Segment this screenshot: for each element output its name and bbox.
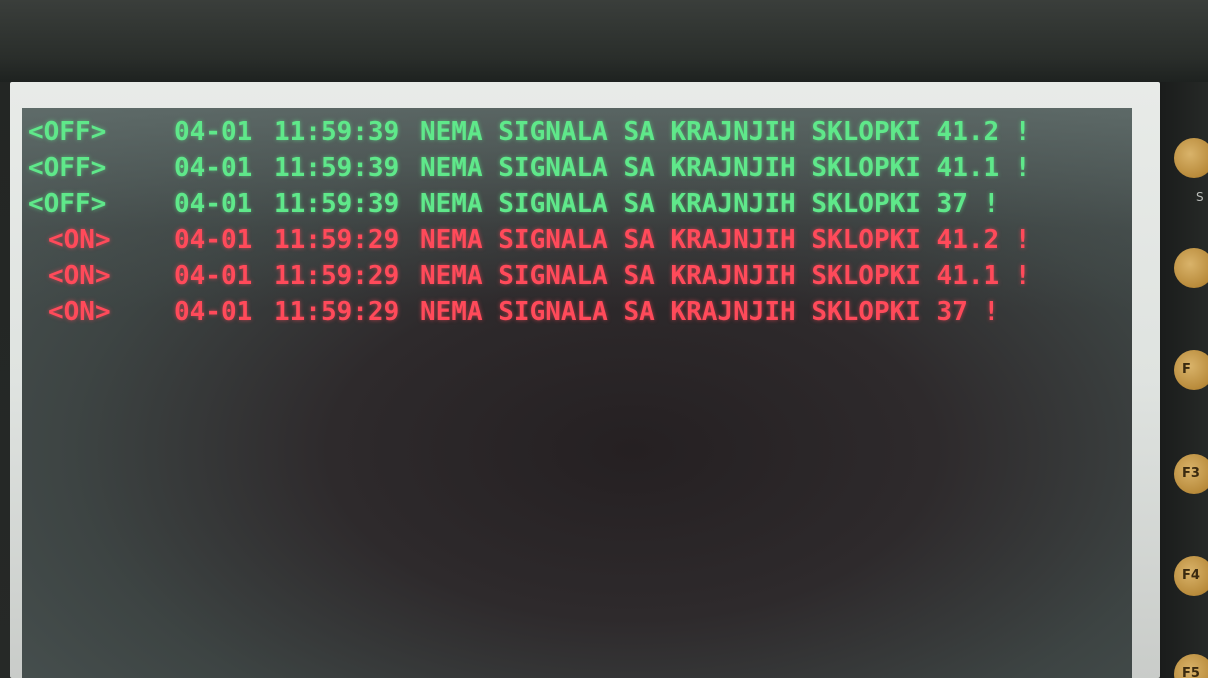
alarm-date: 04-01 <box>174 153 253 183</box>
alarm-message: NEMA SIGNALA SA KRAJNJIH SKLOPKI 37 ! <box>420 297 1000 327</box>
function-key-f3[interactable]: F3 <box>1174 454 1208 494</box>
function-key-f4[interactable]: F4 <box>1174 556 1208 596</box>
alarm-row[interactable]: <OFF> 04-01 11:59:39 NEMA SIGNALA SA KRA… <box>22 186 1132 222</box>
alarm-message: NEMA SIGNALA SA KRAJNJIH SKLOPKI 41.2 ! <box>420 117 1031 147</box>
alarm-message: NEMA SIGNALA SA KRAJNJIH SKLOPKI 37 ! <box>420 189 1000 219</box>
alarm-row[interactable]: <ON> 04-01 11:59:29 NEMA SIGNALA SA KRAJ… <box>22 222 1132 258</box>
alarm-time: 11:59:39 <box>274 117 400 147</box>
alarm-state: <OFF> <box>28 189 107 219</box>
alarm-row[interactable]: <ON> 04-01 11:59:29 NEMA SIGNALA SA KRAJ… <box>22 258 1132 294</box>
alarm-date: 04-01 <box>174 117 253 147</box>
alarm-date: 04-01 <box>174 225 253 255</box>
alarm-time: 11:59:29 <box>274 297 400 327</box>
alarm-row[interactable]: <OFF> 04-01 11:59:39 NEMA SIGNALA SA KRA… <box>22 150 1132 186</box>
alarm-row[interactable]: <ON> 04-01 11:59:29 NEMA SIGNALA SA KRAJ… <box>22 294 1132 330</box>
alarm-time: 11:59:39 <box>274 189 400 219</box>
alarm-list: <OFF> 04-01 11:59:39 NEMA SIGNALA SA KRA… <box>22 114 1132 330</box>
function-key-f5[interactable]: F5 <box>1174 654 1208 678</box>
alarm-message: NEMA SIGNALA SA KRAJNJIH SKLOPKI 41.1 ! <box>420 261 1031 291</box>
alarm-date: 04-01 <box>174 297 253 327</box>
alarm-date: 04-01 <box>174 189 253 219</box>
side-keypad: S F F3 F4 F5 <box>1160 82 1208 678</box>
alarm-screen: <OFF> 04-01 11:59:39 NEMA SIGNALA SA KRA… <box>22 108 1132 678</box>
alarm-row[interactable]: <OFF> 04-01 11:59:39 NEMA SIGNALA SA KRA… <box>22 114 1132 150</box>
function-key-f2[interactable]: F <box>1174 350 1208 390</box>
alarm-state: <ON> <box>48 261 111 291</box>
alarm-state: <OFF> <box>28 117 107 147</box>
panel-housing <box>0 0 1208 82</box>
alarm-state: <ON> <box>48 297 111 327</box>
alarm-time: 11:59:39 <box>274 153 400 183</box>
alarm-state: <OFF> <box>28 153 107 183</box>
alarm-time: 11:59:29 <box>274 261 400 291</box>
alarm-message: NEMA SIGNALA SA KRAJNJIH SKLOPKI 41.1 ! <box>420 153 1031 183</box>
alarm-date: 04-01 <box>174 261 253 291</box>
alarm-state: <ON> <box>48 225 111 255</box>
function-key[interactable] <box>1174 248 1208 288</box>
hmi-panel-photo: <OFF> 04-01 11:59:39 NEMA SIGNALA SA KRA… <box>0 0 1208 678</box>
alarm-time: 11:59:29 <box>274 225 400 255</box>
keypad-side-label: S <box>1196 190 1204 204</box>
function-key[interactable] <box>1174 138 1208 178</box>
alarm-message: NEMA SIGNALA SA KRAJNJIH SKLOPKI 41.2 ! <box>420 225 1031 255</box>
